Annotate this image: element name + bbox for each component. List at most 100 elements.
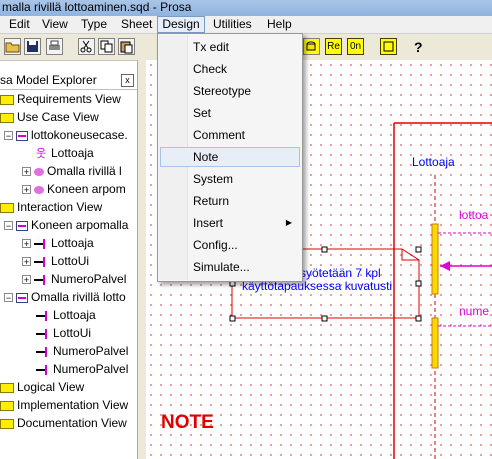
menubar: Edit View Type Sheet Design Utilities He… <box>0 16 492 34</box>
tree-item-interaction-view[interactable]: Interaction View <box>0 198 102 216</box>
tree-label: Implementation View <box>17 398 129 412</box>
menu-item-simulate[interactable]: Simulate... <box>160 257 300 277</box>
expand-icon[interactable]: + <box>22 167 31 177</box>
tree-item-lifeline[interactable]: LottoUi <box>36 324 91 342</box>
copy-icon[interactable] <box>98 38 115 55</box>
menu-item-system[interactable]: System <box>160 169 300 189</box>
expand-icon[interactable]: + <box>22 239 31 249</box>
tree-label: Koneen arpom <box>47 182 126 196</box>
tree-item-lifeline[interactable]: Lottoaja <box>36 306 96 324</box>
menu-item-check[interactable]: Check <box>160 59 300 79</box>
tree-item-lifeline[interactable]: + Lottoaja <box>22 234 94 252</box>
tree-label: Lottoaja <box>51 146 94 160</box>
lifeline-icon <box>34 274 48 285</box>
collapse-icon[interactable]: − <box>4 293 13 303</box>
tree-label: Lottoaja <box>51 236 94 250</box>
tree-item-sequence-diagram[interactable]: − Koneen arpomalla <box>4 216 128 234</box>
tree-label: Use Case View <box>17 110 99 124</box>
box-tool-icon[interactable] <box>380 38 397 55</box>
menu-item-return[interactable]: Return <box>160 191 300 211</box>
collapse-icon[interactable]: − <box>4 131 13 141</box>
menu-item-insert[interactable]: Insert ▶ <box>160 213 300 233</box>
menu-item-comment[interactable]: Comment <box>160 125 300 145</box>
menu-edit[interactable]: Edit <box>8 16 31 33</box>
return-tool-button[interactable]: Re <box>325 38 342 55</box>
tree-label: LottoUi <box>53 326 92 340</box>
tree-label: Lottoaja <box>53 308 96 322</box>
usecase-diagram-icon <box>16 130 28 141</box>
tree-label: lottokoneusecase. <box>31 128 128 142</box>
usecase-icon <box>34 185 44 194</box>
svg-text:?: ? <box>414 39 423 54</box>
model-explorer-title-bar: sa Model Explorer x <box>0 71 137 90</box>
note-text-line[interactable]: a syötetään 7 kpl <box>290 266 381 280</box>
expand-icon[interactable]: + <box>22 275 31 285</box>
collapse-icon[interactable]: − <box>4 221 13 231</box>
help-icon[interactable]: ? <box>410 38 427 55</box>
folder-icon <box>0 418 14 429</box>
tree-item-documentation-view[interactable]: Documentation View <box>0 414 127 432</box>
menu-help[interactable]: Help <box>266 16 293 33</box>
sequence-diagram-icon <box>16 220 28 231</box>
message-label[interactable]: nume <box>459 304 489 318</box>
tree-label: Omalla rivillä l <box>47 164 122 178</box>
folder-icon <box>0 112 14 123</box>
tree-item-logical-view[interactable]: Logical View <box>0 378 84 396</box>
tree-label: LottoUi <box>51 254 90 268</box>
tree-item-usecase[interactable]: + Omalla rivillä l <box>22 162 122 180</box>
tree-label: NumeroPalvel <box>51 272 127 286</box>
expand-icon[interactable]: + <box>22 257 31 267</box>
window-titlebar: malla rivillä lottoaminen.sqd - Prosa <box>0 0 492 16</box>
tree-item-lifeline[interactable]: + LottoUi <box>22 252 89 270</box>
tree-label: Interaction View <box>17 200 103 214</box>
menu-type[interactable]: Type <box>80 16 108 33</box>
close-icon[interactable]: x <box>121 74 134 87</box>
tree-item-use-case-view[interactable]: Use Case View <box>0 108 99 126</box>
menu-item-label: Insert <box>193 216 224 230</box>
lifeline-icon <box>34 256 48 267</box>
menu-utilities[interactable]: Utilities <box>212 16 253 33</box>
menu-item-set[interactable]: Set <box>160 103 300 123</box>
tree-label: NumeroPalvel <box>53 344 129 358</box>
sequence-diagram-icon <box>16 292 28 303</box>
menu-item-stereotype[interactable]: Stereotype <box>160 81 300 101</box>
menu-sheet[interactable]: Sheet <box>120 16 153 33</box>
lifeline-icon <box>36 346 50 357</box>
tree-item-lifeline[interactable]: NumeroPalvel <box>36 342 128 360</box>
tree-label: Koneen arpomalla <box>31 218 129 232</box>
lifeline-label[interactable]: Lottoaja <box>412 155 455 169</box>
cut-icon[interactable] <box>78 38 95 55</box>
folder-icon <box>0 400 14 411</box>
on-tool-button[interactable]: 0n <box>347 38 364 55</box>
tree-item-sequence-diagram[interactable]: − Omalla rivillä lotto <box>4 288 126 306</box>
menu-item-tx-edit[interactable]: Tx edit <box>160 37 300 57</box>
save-icon[interactable] <box>24 38 41 55</box>
message-label[interactable]: lottoa <box>459 208 488 222</box>
tree-item-implementation-view[interactable]: Implementation View <box>0 396 128 414</box>
note-annotation-label: NOTE <box>161 412 214 433</box>
tree-item-lifeline[interactable]: + NumeroPalvel <box>22 270 126 288</box>
lifeline-icon <box>36 310 50 321</box>
menu-item-note[interactable]: Note <box>160 147 300 167</box>
tree-item-lifeline[interactable]: NumeroPalvel <box>36 360 128 378</box>
tree-label: Requirements View <box>17 92 121 106</box>
tree-item-usecase[interactable]: + Koneen arpom <box>22 180 126 198</box>
menu-design[interactable]: Design <box>157 16 205 33</box>
lifeline-icon <box>34 238 48 249</box>
lifeline-icon <box>36 328 50 339</box>
tree-label: NumeroPalvel <box>53 362 129 376</box>
tree-item-usecase-diagram[interactable]: − lottokoneusecase. <box>4 126 128 144</box>
menu-item-config[interactable]: Config... <box>160 235 300 255</box>
open-folder-icon[interactable] <box>4 38 21 55</box>
lifeline-tool-icon[interactable] <box>303 38 320 55</box>
model-explorer-title: sa Model Explorer <box>0 73 97 87</box>
expand-icon[interactable]: + <box>22 185 31 195</box>
tree-label: Logical View <box>17 380 85 394</box>
tree-label: Omalla rivillä lotto <box>31 290 126 304</box>
tree-item-actor[interactable]: 웃 Lottoaja <box>36 144 94 162</box>
tree-label: Documentation View <box>17 416 127 430</box>
tree-item-requirements-view[interactable]: Requirements View <box>0 90 121 108</box>
paste-icon[interactable] <box>118 38 135 55</box>
menu-view[interactable]: View <box>41 16 69 33</box>
print-icon[interactable] <box>46 38 63 55</box>
